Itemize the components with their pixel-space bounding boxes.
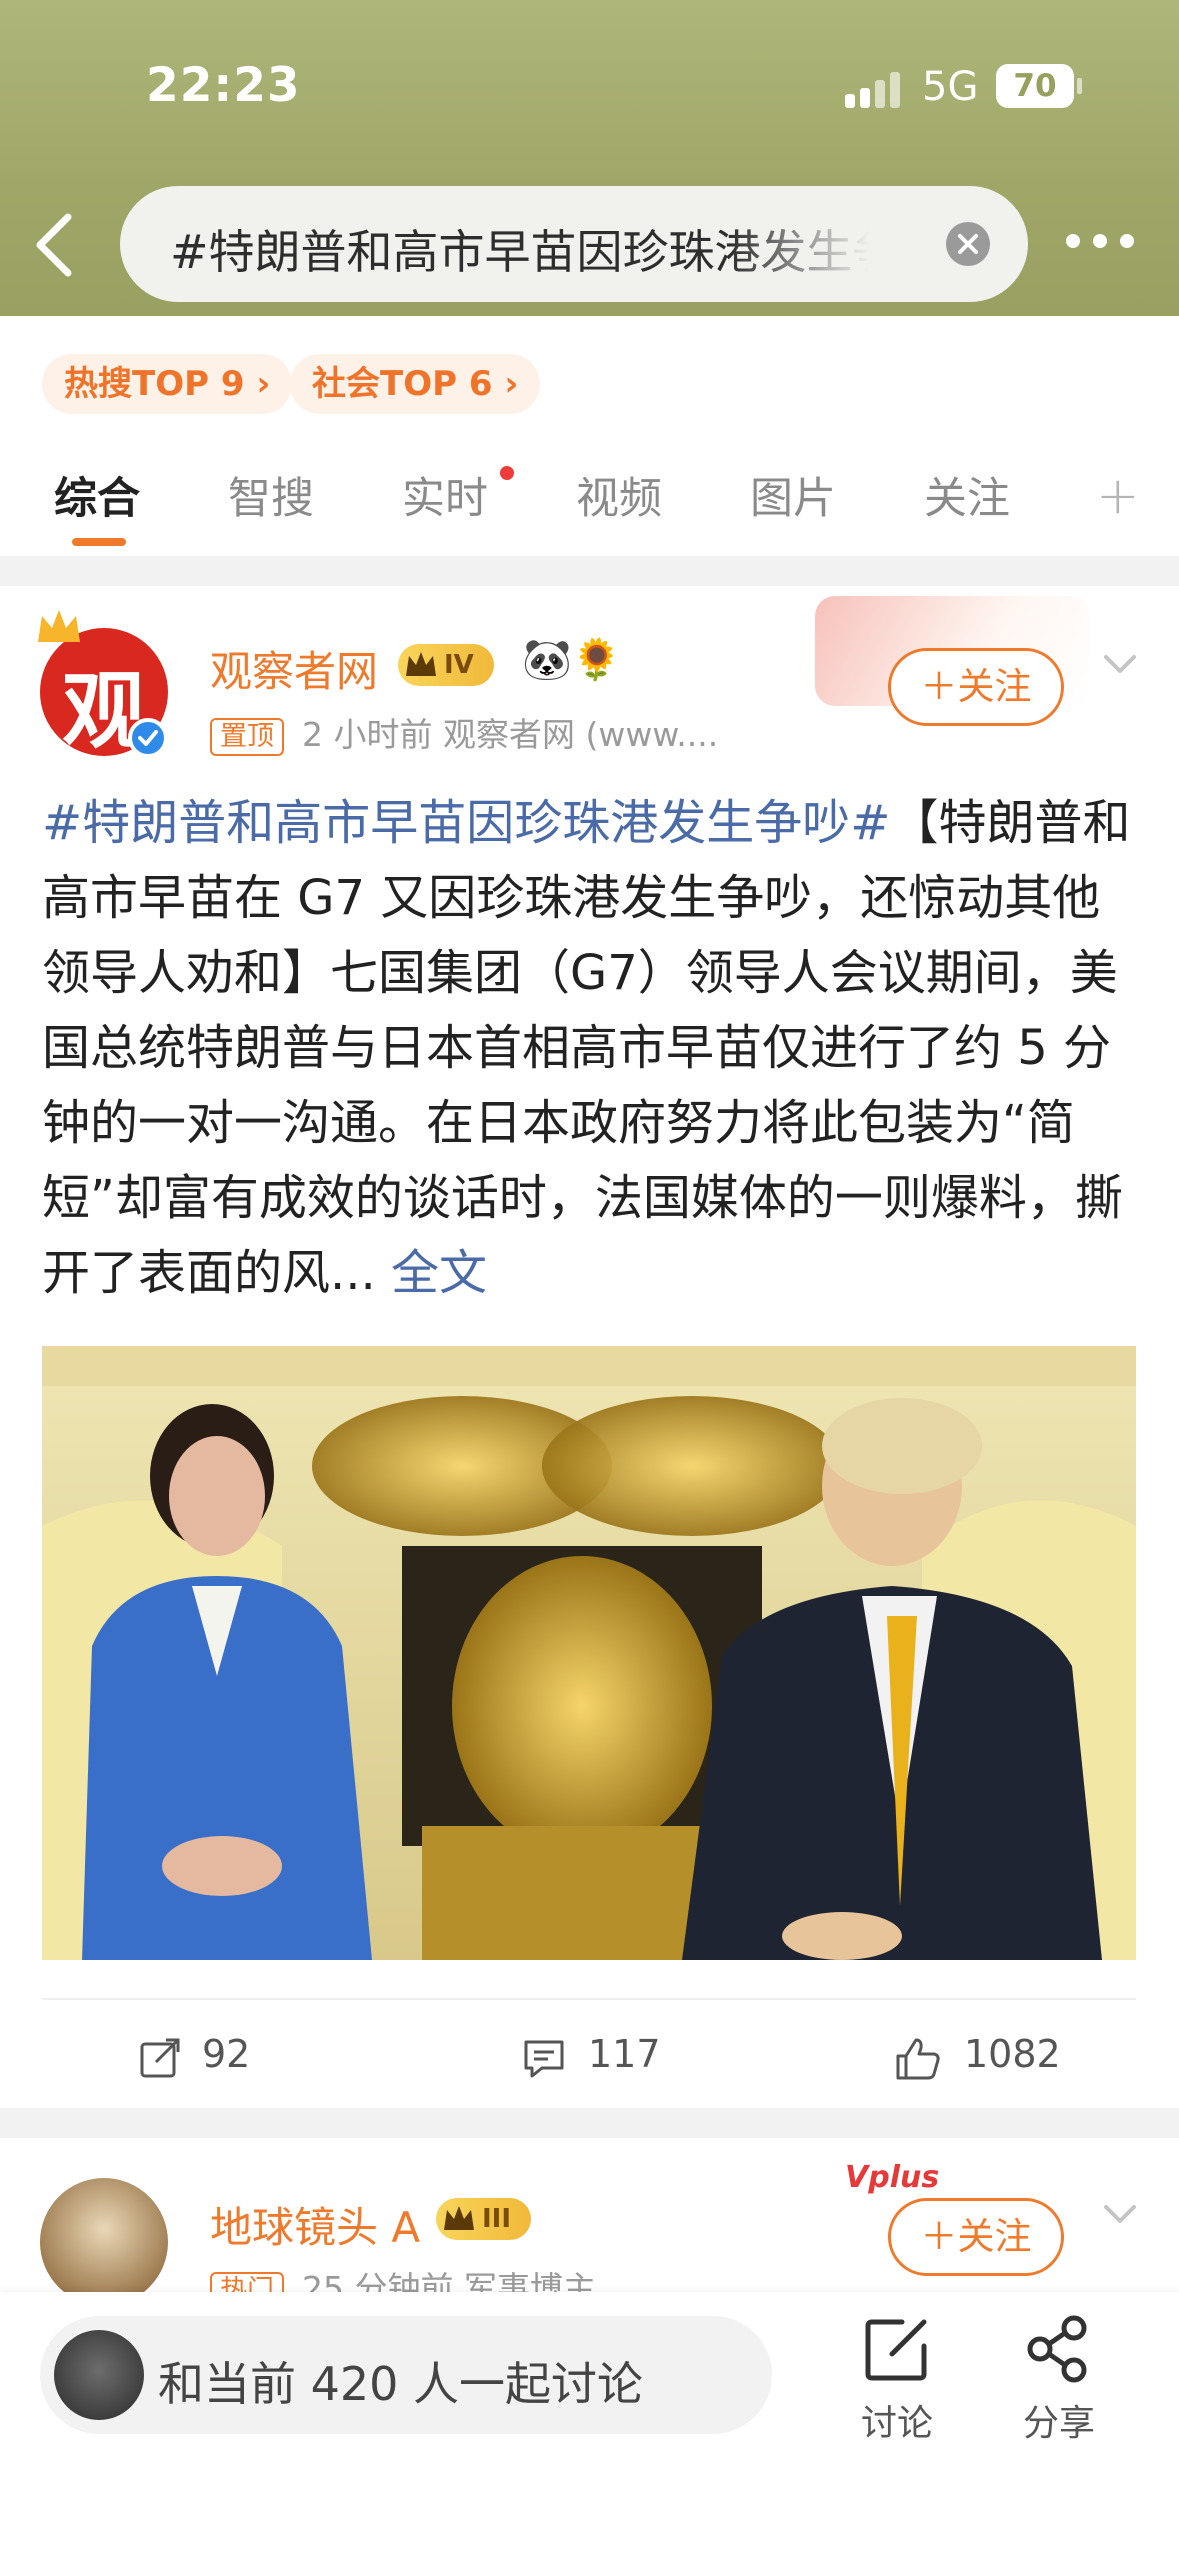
level-text: III: [482, 2204, 512, 2234]
discuss-label: 讨论: [860, 2403, 933, 2444]
like-button[interactable]: 1082: [894, 2028, 1074, 2088]
level-text: IV: [444, 650, 474, 680]
comment-count: 117: [588, 2032, 661, 2076]
search-input[interactable]: #特朗普和高市早苗因珍珠港发生争: [120, 186, 1028, 302]
active-tab-indicator: [72, 538, 126, 546]
share-label: 分享: [1022, 2403, 1095, 2444]
section-divider: [0, 556, 1179, 586]
search-query: #特朗普和高市早苗因珍珠港发生争: [170, 225, 870, 279]
action-divider: [42, 1998, 1136, 2000]
discussion-prompt: 和当前 420 人一起讨论: [158, 2357, 644, 2411]
hashtag-link[interactable]: #特朗普和高市早苗因珍珠港发生争吵#: [42, 795, 890, 851]
tab-comprehensive[interactable]: 综合: [54, 464, 140, 526]
tab-images[interactable]: 图片: [750, 464, 836, 526]
top-header: 22:23 5G 70 #特朗普和高市早苗因珍珠港发生争: [0, 0, 1179, 316]
more-options-button[interactable]: [1066, 228, 1138, 256]
repost-count: 92: [202, 2032, 251, 2076]
chevron-down-icon[interactable]: [1102, 652, 1138, 676]
crown-icon: [406, 652, 436, 676]
add-tab-icon[interactable]: +: [1096, 466, 1140, 526]
new-dot-badge: [500, 466, 514, 480]
like-count: 1082: [964, 2032, 1061, 2076]
author-name[interactable]: 观察者网: [210, 638, 378, 699]
comment-icon: [524, 2040, 564, 2078]
chevron-down-icon[interactable]: [1102, 2202, 1138, 2226]
battery-tip: [1077, 78, 1082, 94]
verified-badge-icon: [128, 718, 168, 758]
post-time-source: 2 小时前 观察者网 (www....: [302, 715, 719, 754]
battery-icon: 70: [996, 64, 1074, 108]
level-badge: III: [436, 2198, 532, 2240]
vplus-badge: Vplus: [845, 2160, 940, 2195]
chip-society[interactable]: 社会TOP 6 ›: [290, 354, 541, 414]
crown-icon: [38, 610, 80, 642]
follow-button[interactable]: ＋关注: [888, 648, 1064, 726]
crown-icon: [444, 2206, 474, 2230]
full-text-link[interactable]: 全文: [391, 1245, 487, 1301]
chevron-left-icon: [36, 213, 72, 277]
repost-button[interactable]: 92: [138, 2028, 278, 2088]
news-photo: [42, 1346, 1136, 1960]
repost-icon: [140, 2038, 180, 2078]
author-name[interactable]: 地球镜头 A: [210, 2194, 420, 2255]
search-tabs: 综合 智搜 实时 视频 图片 关注 +: [0, 452, 1179, 552]
follow-button[interactable]: ＋关注: [888, 2198, 1064, 2276]
status-time: 22:23: [146, 58, 301, 113]
tab-video[interactable]: 视频: [576, 464, 662, 526]
close-icon: [958, 234, 978, 254]
discussion-input[interactable]: 和当前 420 人一起讨论: [40, 2316, 772, 2434]
comment-button[interactable]: 117: [522, 2028, 682, 2088]
post-text: #特朗普和高市早苗因珍珠港发生争吵#【特朗普和高市早苗在 G7 又因珍珠港发生争…: [42, 786, 1142, 1311]
avatar[interactable]: [40, 2178, 168, 2306]
tab-following[interactable]: 关注: [924, 464, 1010, 526]
edit-icon: [865, 2319, 927, 2381]
tab-smart-search[interactable]: 智搜: [228, 464, 314, 526]
share-button[interactable]: 分享: [1004, 2314, 1114, 2464]
post-body-text: 【特朗普和高市早苗在 G7 又因珍珠港发生争吵，还惊动其他领导人劝和】七国集团（…: [42, 795, 1131, 1301]
post-image[interactable]: [42, 1346, 1136, 1960]
cellular-signal-icon: [845, 72, 905, 108]
pinned-tag: 置顶: [210, 717, 284, 756]
user-avatar: [54, 2330, 144, 2420]
share-icon: [1027, 2315, 1087, 2383]
discuss-button[interactable]: 讨论: [842, 2314, 952, 2464]
thumbs-up-icon: [896, 2038, 940, 2080]
tab-realtime[interactable]: 实时: [402, 464, 488, 526]
post-meta: 置顶 2 小时前 观察者网 (www....: [210, 708, 718, 756]
clear-search-button[interactable]: [946, 222, 990, 266]
level-badge: IV: [398, 644, 494, 686]
section-divider: [0, 2108, 1179, 2138]
badge-emojis: 🐼🌻: [522, 637, 622, 683]
bottom-action-bar: 和当前 420 人一起讨论 讨论 分享: [0, 2292, 1179, 2556]
chip-hot-search[interactable]: 热搜TOP 9 ›: [42, 354, 293, 414]
network-type: 5G: [922, 64, 979, 110]
back-button[interactable]: [28, 205, 84, 285]
